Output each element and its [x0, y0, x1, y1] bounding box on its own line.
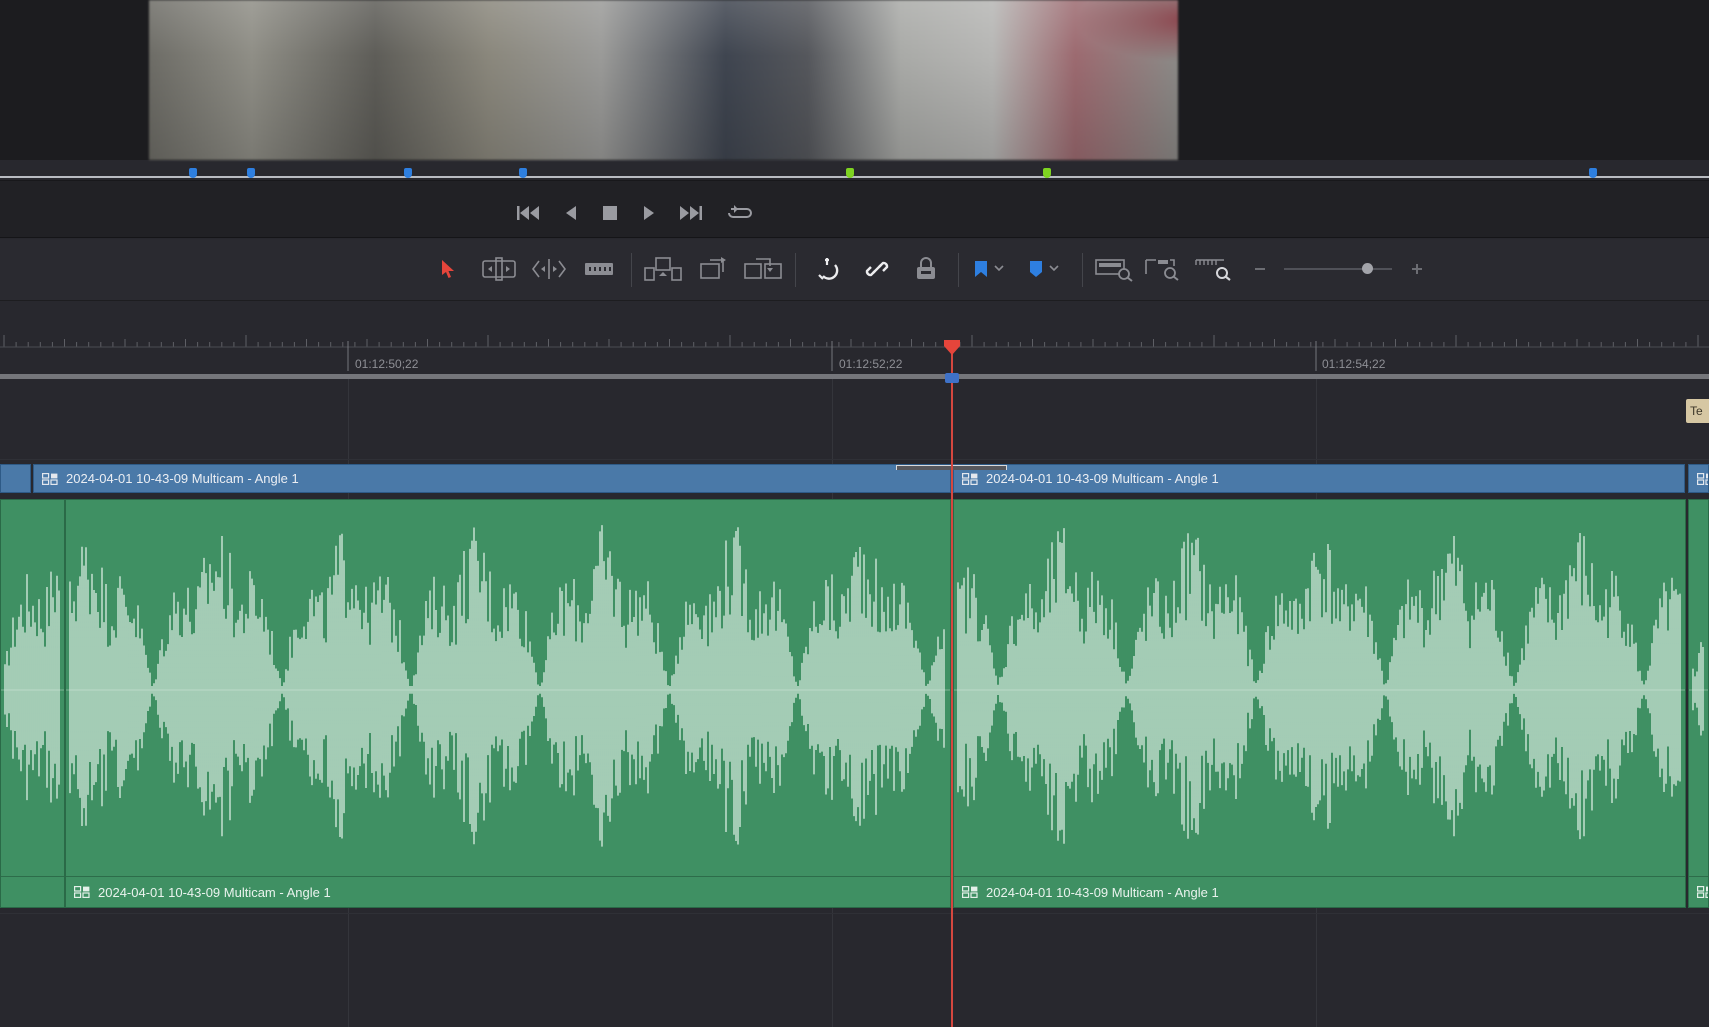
audio-waveform	[1689, 642, 1708, 736]
viewer-marker[interactable]	[189, 168, 197, 178]
timeline-ruler[interactable]: 01:12:50;22 01:12:52;22 01:12:54;22	[0, 301, 1709, 377]
toolbar-divider	[631, 253, 632, 287]
audio-clip[interactable]	[1688, 499, 1709, 908]
playhead-marker	[945, 373, 959, 383]
trim-edit-mode-icon[interactable]	[478, 254, 520, 284]
ruler-timecode: 01:12:50;22	[355, 357, 419, 371]
video-clip-label: 2024-04-01 10-43-09 Multicam - Angle 1	[986, 471, 1219, 486]
playhead[interactable]	[951, 340, 953, 1027]
toolbar-divider	[795, 253, 796, 287]
multicam-icon	[962, 886, 978, 899]
play-icon[interactable]	[634, 203, 664, 223]
play-reverse-icon[interactable]	[556, 203, 586, 223]
track-divider	[0, 459, 1709, 460]
overwrite-clip-icon[interactable]	[692, 254, 734, 284]
multicam-icon	[42, 472, 58, 485]
audio-clip[interactable]	[0, 499, 65, 908]
detail-zoom-icon[interactable]	[1142, 254, 1186, 284]
position-lock-icon[interactable]	[905, 254, 947, 284]
transport-controls	[0, 180, 1709, 238]
insert-clip-icon[interactable]	[642, 254, 684, 284]
multicam-icon	[962, 472, 978, 485]
audio-clip-label-bar	[1689, 876, 1708, 907]
audio-waveform	[66, 525, 950, 847]
zoom-out-icon[interactable]	[1240, 254, 1280, 284]
toolbar-divider	[1082, 253, 1083, 287]
audio-waveform	[954, 528, 1685, 844]
replace-clip-icon[interactable]	[742, 254, 784, 284]
skip-to-start-icon[interactable]	[514, 203, 544, 223]
editor-window: 01:12:50;22 01:12:52;22 01:12:54;22 Te 2…	[0, 0, 1709, 1027]
video-clip-label: 2024-04-01 10-43-09 Multicam - Angle 1	[66, 471, 299, 486]
viewer-marker[interactable]	[1589, 168, 1597, 178]
toolbar-divider	[958, 253, 959, 287]
zoom-slider-knob[interactable]	[1362, 263, 1373, 274]
audio-clip[interactable]: 2024-04-01 10-43-09 Multicam - Angle 1	[65, 499, 951, 908]
ruler-timecode: 01:12:52;22	[839, 357, 903, 371]
playhead-handle[interactable]	[942, 340, 962, 356]
loop-icon[interactable]	[724, 203, 754, 223]
video-clip[interactable]: 2024-04-01 10-43-09 Multicam - Angle 1	[953, 464, 1685, 493]
viewer-marker[interactable]	[247, 168, 255, 178]
viewer-marker[interactable]	[1043, 168, 1051, 178]
video-clip[interactable]	[1688, 464, 1709, 493]
viewer-marker[interactable]	[846, 168, 854, 178]
selection-mode-icon[interactable]	[427, 254, 469, 284]
viewer-marker[interactable]	[404, 168, 412, 178]
skip-to-end-icon[interactable]	[675, 203, 705, 223]
multicam-icon	[74, 886, 90, 899]
zoom-slider[interactable]	[1284, 268, 1392, 270]
audio-clip-label: 2024-04-01 10-43-09 Multicam - Angle 1	[98, 884, 331, 900]
audio-waveform	[1, 571, 64, 803]
stop-icon[interactable]	[595, 203, 625, 223]
multicam-icon	[1697, 886, 1708, 899]
viewer-frame	[149, 0, 1178, 160]
dynamic-trim-mode-icon[interactable]	[528, 254, 570, 284]
custom-zoom-icon[interactable]	[1192, 254, 1236, 284]
full-extent-zoom-icon[interactable]	[1092, 254, 1136, 284]
zoom-in-icon[interactable]	[1397, 254, 1437, 284]
marker-icon[interactable]	[1016, 254, 1070, 284]
linked-selection-icon[interactable]	[856, 254, 898, 284]
video-clip[interactable]: 2024-04-01 10-43-09 Multicam - Angle 1	[33, 464, 951, 493]
viewer-scrub-bar[interactable]	[0, 176, 1709, 178]
snapping-icon[interactable]	[807, 254, 849, 284]
audio-clip-label-bar: 2024-04-01 10-43-09 Multicam - Angle 1	[954, 876, 1685, 907]
blade-edit-mode-icon[interactable]	[578, 254, 620, 284]
ruler-timecode: 01:12:54;22	[1322, 357, 1386, 371]
audio-clip-label-bar	[1, 876, 64, 907]
flag-icon[interactable]	[961, 254, 1015, 284]
timeline-toolbar	[0, 239, 1709, 301]
viewer-marker[interactable]	[519, 168, 527, 178]
multicam-icon	[1697, 472, 1708, 485]
text-clip[interactable]: Te	[1686, 399, 1709, 423]
audio-clip-label: 2024-04-01 10-43-09 Multicam - Angle 1	[986, 884, 1219, 900]
track-divider	[0, 913, 1709, 914]
audio-clip-label-bar: 2024-04-01 10-43-09 Multicam - Angle 1	[66, 876, 950, 907]
audio-clip[interactable]: 2024-04-01 10-43-09 Multicam - Angle 1	[953, 499, 1686, 908]
video-clip[interactable]	[0, 464, 31, 493]
